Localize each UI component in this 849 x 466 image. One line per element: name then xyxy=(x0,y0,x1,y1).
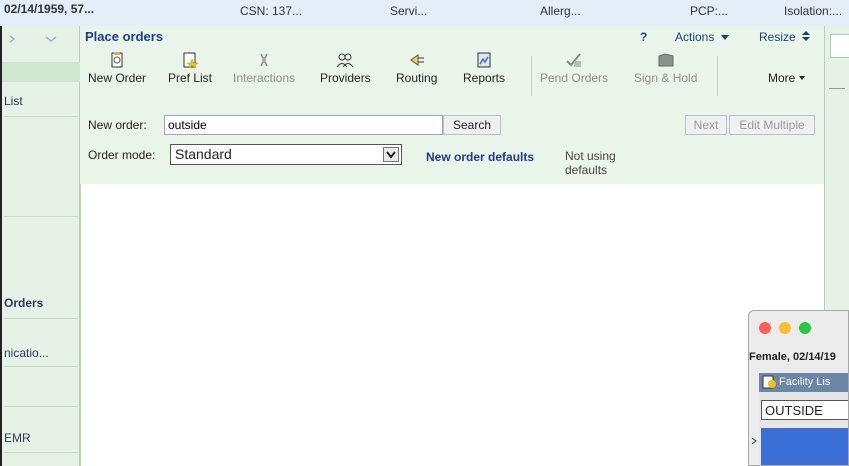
new-order-input[interactable] xyxy=(164,115,443,135)
reports-button[interactable]: Reports xyxy=(463,52,505,85)
routing-icon xyxy=(409,54,424,66)
providers-icon xyxy=(336,53,354,68)
chevron-down-icon xyxy=(799,76,806,80)
sidebar-divider xyxy=(4,406,78,407)
toolbar-separator xyxy=(531,56,532,96)
interactions-icon xyxy=(260,53,268,67)
facility-list-window: Female, 02/14/19 Facility Lis OUTSIDE xyxy=(748,310,849,466)
pend-orders-button[interactable]: Pend Orders xyxy=(540,52,608,85)
facility-list-selection[interactable] xyxy=(761,428,848,465)
facility-list-title: Facility Lis xyxy=(779,376,831,388)
sidebar-item-list[interactable]: List xyxy=(4,94,23,108)
sidebar-item-orders[interactable]: Orders xyxy=(4,296,43,310)
chevron-down-icon xyxy=(720,35,729,40)
pref-list-icon xyxy=(762,375,776,389)
right-panel-divider xyxy=(829,88,845,89)
isolation-field: Isolation:... xyxy=(784,4,843,18)
actions-menu[interactable]: Actions xyxy=(675,30,729,44)
order-mode-value: Standard xyxy=(175,146,232,162)
sign-hold-label: Sign & Hold xyxy=(634,71,698,85)
sidebar-divider xyxy=(4,216,78,217)
providers-label: Providers xyxy=(320,71,371,85)
pend-orders-label: Pend Orders xyxy=(540,71,609,85)
facility-list-titlebar: Facility Lis xyxy=(759,373,848,392)
new-order-defaults-link[interactable]: New order defaults xyxy=(426,150,534,164)
order-mode-label: Order mode: xyxy=(88,148,156,162)
interactions-label: Interactions xyxy=(233,71,296,85)
popup-patient: Female, 02/14/19 xyxy=(749,351,836,363)
panel-title: Place orders xyxy=(85,29,164,44)
reports-icon xyxy=(477,52,491,68)
facility-search-input[interactable]: OUTSIDE xyxy=(761,400,848,420)
dropdown-button[interactable] xyxy=(383,147,399,162)
sidebar-divider xyxy=(4,452,78,453)
orders-list-area xyxy=(80,184,824,466)
maximize-icon[interactable] xyxy=(799,322,811,334)
sign-hold-icon xyxy=(658,53,674,67)
actions-label: Actions xyxy=(675,30,715,44)
pref-list-button[interactable]: Pref List xyxy=(168,52,212,85)
patient-dob: 02/14/1959, 57... xyxy=(4,2,95,16)
edit-multiple-button[interactable]: Edit Multiple xyxy=(729,115,815,135)
right-panel-tab[interactable] xyxy=(830,34,849,58)
chevron-right-icon xyxy=(751,437,757,445)
routing-button[interactable]: Routing xyxy=(396,52,437,85)
sidebar-divider xyxy=(4,318,78,319)
pend-orders-icon xyxy=(566,53,582,67)
defaults-status: Not using defaults xyxy=(565,149,616,177)
resize-menu[interactable]: Resize xyxy=(759,30,811,44)
reports-label: Reports xyxy=(463,71,506,85)
sidebar-item-communication[interactable]: nicatio... xyxy=(4,346,49,360)
csn-field: CSN: 137... xyxy=(240,4,303,18)
sidebar-divider xyxy=(4,366,78,367)
sidebar: List Orders nicatio... EMR xyxy=(0,26,80,466)
search-button[interactable]: Search xyxy=(443,115,501,135)
sidebar-item-emr[interactable]: EMR xyxy=(4,431,31,445)
facility-list-body: OUTSIDE xyxy=(759,392,848,465)
close-icon[interactable] xyxy=(759,322,771,334)
interactions-button[interactable]: Interactions xyxy=(233,52,295,85)
pref-list-label: Pref List xyxy=(168,71,213,85)
pcp-field: PCP:... xyxy=(690,4,729,18)
new-order-label: New order: xyxy=(88,118,147,132)
more-button[interactable]: More xyxy=(768,52,806,85)
patient-banner: 02/14/1959, 57... CSN: 137... Servi... A… xyxy=(0,0,849,27)
minimize-icon[interactable] xyxy=(779,322,791,334)
service-field: Servi... xyxy=(390,4,428,18)
sidebar-divider xyxy=(4,116,78,117)
providers-button[interactable]: Providers xyxy=(320,52,371,85)
more-label: More xyxy=(768,71,796,85)
facility-search-value: OUTSIDE xyxy=(765,403,823,418)
pref-list-icon xyxy=(183,52,199,68)
window-controls xyxy=(759,322,811,334)
routing-label: Routing xyxy=(396,71,438,85)
new-order-button[interactable]: New Order xyxy=(88,52,146,85)
allergy-field[interactable]: Allerg... xyxy=(540,4,581,18)
new-order-icon xyxy=(111,52,123,68)
nav-arrows-icon[interactable] xyxy=(8,34,58,44)
new-order-label: New Order xyxy=(88,71,147,85)
next-button[interactable]: Next xyxy=(685,115,727,135)
sidebar-selected-bar xyxy=(2,62,80,82)
chevron-down-icon xyxy=(386,151,396,159)
resize-arrows-icon xyxy=(802,31,811,41)
help-button[interactable]: ? xyxy=(640,30,647,44)
order-mode-select[interactable]: Standard xyxy=(170,144,402,165)
resize-label: Resize xyxy=(759,30,796,44)
toolbar-separator xyxy=(717,56,718,96)
sign-hold-button[interactable]: Sign & Hold xyxy=(634,52,697,85)
